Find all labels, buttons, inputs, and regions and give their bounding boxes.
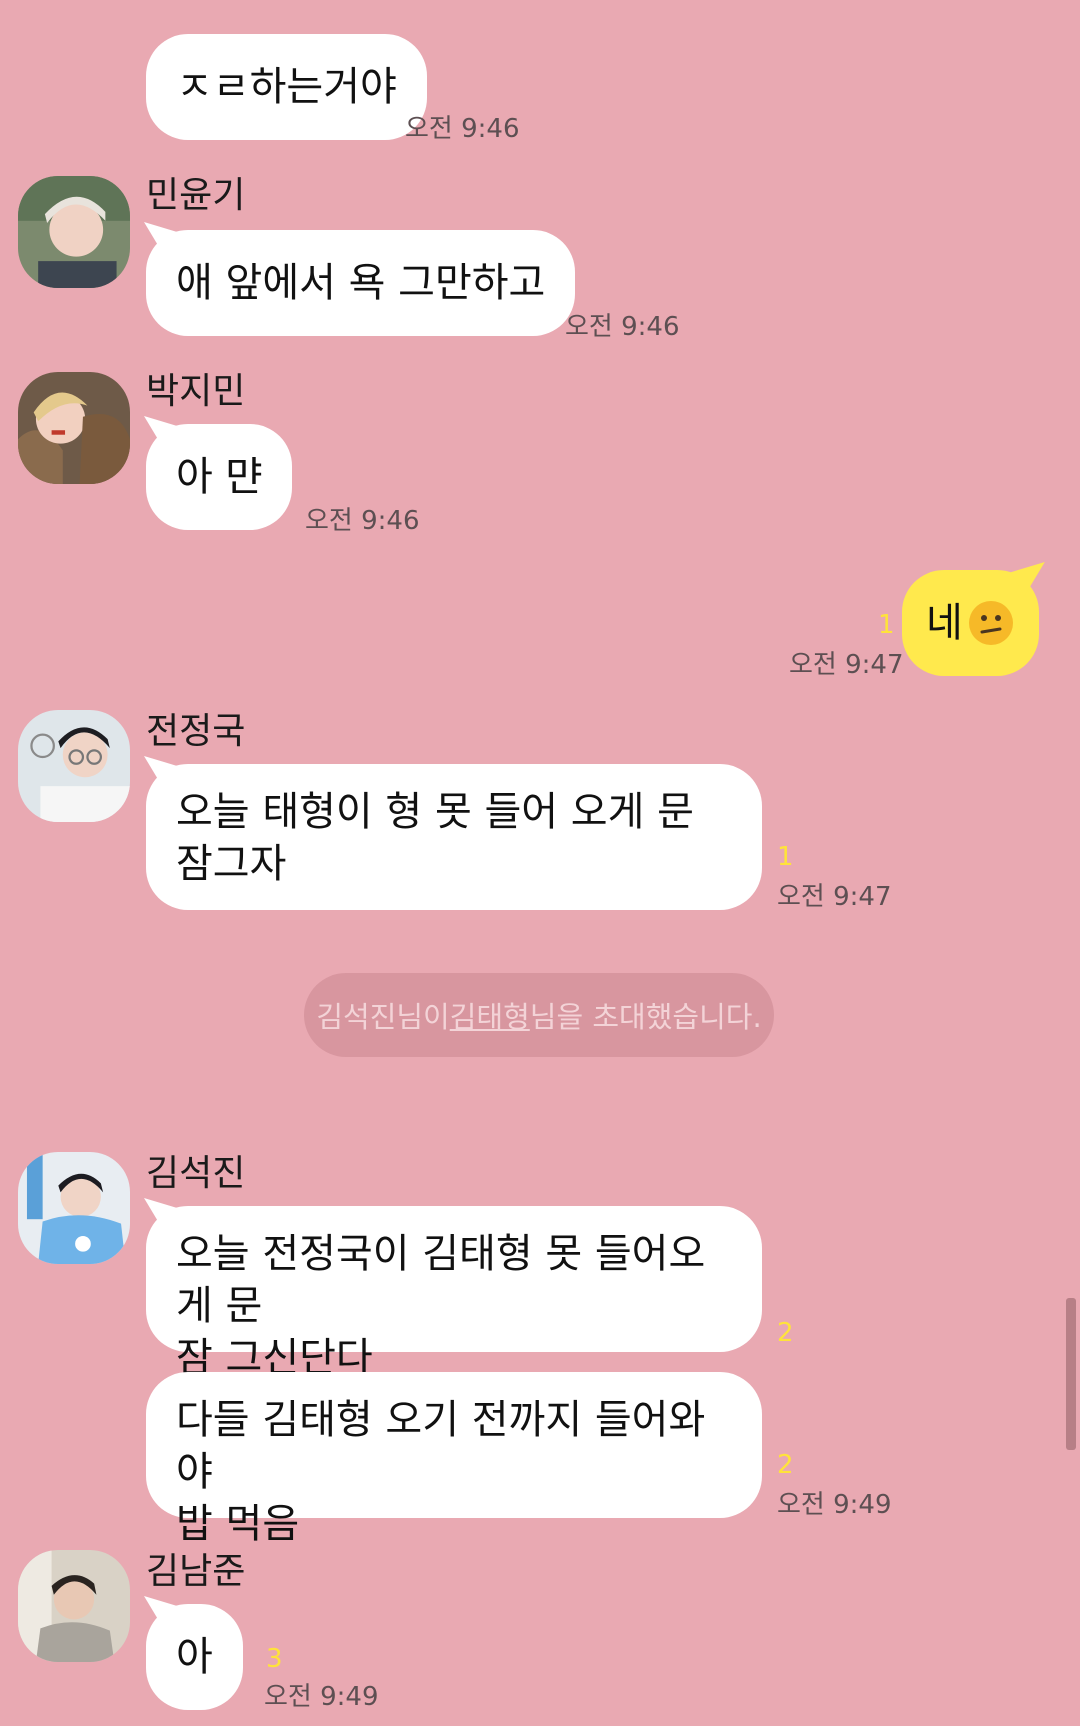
message-time: 오전 9:47 (789, 650, 904, 680)
message-time: 오전 9:49 (264, 1682, 379, 1712)
message-text: 아 (176, 1634, 213, 1680)
message-text: ㅈㄹ하는거야 (176, 64, 397, 110)
invited-user-link[interactable]: 김태형 (450, 994, 530, 1036)
avatar[interactable] (18, 372, 130, 484)
sender-name: 김남준 (146, 1551, 246, 1592)
message-text: 네 (926, 600, 963, 646)
message-text: 애 앞에서 욕 그만하고 (176, 260, 546, 306)
profile-photo-icon (18, 1152, 130, 1264)
profile-photo-icon (18, 1550, 130, 1662)
message-bubble[interactable]: 애 앞에서 욕 그만하고 (146, 230, 576, 336)
sender-name: 박지민 (146, 371, 246, 412)
message-bubble[interactable]: 아 (146, 1604, 243, 1710)
avatar[interactable] (18, 176, 130, 288)
message-time: 오전 9:47 (777, 882, 892, 912)
avatar[interactable] (18, 1152, 130, 1264)
message-bubble[interactable]: 다들 김태형 오기 전까지 들어와야 밥 먹음 (146, 1372, 762, 1547)
unread-count: 3 (266, 1644, 283, 1674)
message-text-line: 오늘 전정국이 김태형 못 들어오게 문 (176, 1231, 706, 1329)
unread-count: 1 (777, 842, 794, 872)
message-text: 아 먄 (176, 454, 263, 500)
message-text-line: 다들 김태형 오기 전까지 들어와야 (176, 1397, 706, 1495)
system-notice: 김석진님이 김태형 님을 초대했습니다. (304, 973, 774, 1057)
notice-text: 님을 초대했습니다. (529, 1000, 762, 1034)
sender-name: 전정국 (146, 711, 246, 752)
profile-photo-icon (18, 710, 130, 822)
my-message-bubble[interactable]: 네 (902, 570, 1039, 676)
unread-count: 2 (777, 1450, 794, 1480)
confused-face-icon (968, 601, 1013, 645)
sender-name: 민윤기 (146, 175, 246, 216)
message-bubble[interactable]: 오늘 태형이 형 못 들어 오게 문 잠그자 (146, 764, 762, 910)
message-text-line: 밥 먹음 (176, 1501, 300, 1547)
message-time: 오전 9:46 (305, 506, 420, 536)
avatar[interactable] (18, 1550, 130, 1662)
unread-count: 2 (777, 1318, 794, 1348)
profile-photo-icon (18, 176, 130, 288)
unread-count: 1 (878, 610, 895, 640)
message-text-line: 오늘 태형이 형 못 들어 오게 문 (176, 789, 694, 835)
message-time: 오전 9:46 (565, 312, 680, 342)
message-text-line: 잠그자 (176, 841, 287, 887)
notice-text: 김석진님이 (316, 1000, 450, 1034)
scrollbar-thumb[interactable] (1066, 1298, 1076, 1450)
message-time: 오전 9:46 (405, 114, 520, 144)
avatar[interactable] (18, 710, 130, 822)
profile-photo-icon (18, 372, 130, 484)
message-bubble[interactable]: 오늘 전정국이 김태형 못 들어오게 문 잠 그신단다 (146, 1206, 762, 1381)
sender-name: 김석진 (146, 1153, 246, 1194)
message-time: 오전 9:49 (777, 1490, 892, 1520)
message-bubble[interactable]: 아 먄 (146, 424, 293, 530)
message-bubble[interactable]: ㅈㄹ하는거야 (146, 34, 427, 140)
